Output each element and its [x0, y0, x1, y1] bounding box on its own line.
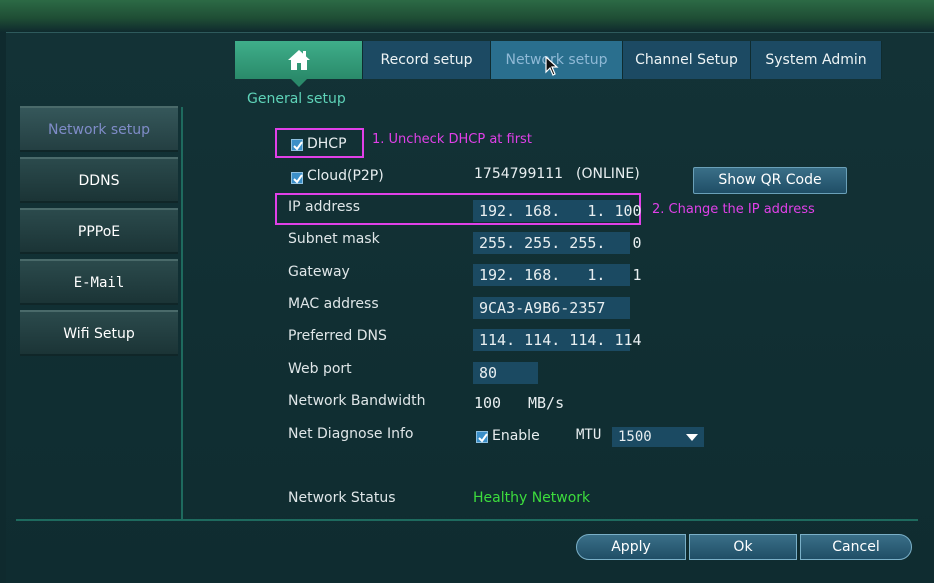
- network-status-value: Healthy Network: [473, 490, 591, 506]
- cancel-button[interactable]: Cancel: [800, 534, 912, 560]
- mtu-select[interactable]: 1500: [612, 427, 704, 447]
- preferred-dns-field[interactable]: 114. 114. 114. 114: [473, 329, 642, 351]
- network-status-label: Network Status: [288, 490, 396, 506]
- annotation-step2: 2. Change the IP address: [652, 202, 815, 217]
- side-menu: Network setup DDNS PPPoE E-Mail Wifi Set…: [20, 106, 178, 361]
- tab-record-setup[interactable]: Record setup: [363, 41, 491, 79]
- ip-address-field[interactable]: 192. 168. 1. 100: [473, 200, 642, 222]
- mtu-label: MTU: [576, 427, 602, 443]
- home-icon: [288, 50, 310, 70]
- gateway-label: Gateway: [288, 264, 350, 280]
- side-item-network-setup[interactable]: Network setup: [20, 106, 178, 152]
- side-item-pppoe[interactable]: PPPoE: [20, 208, 178, 254]
- ip-address-label: IP address: [288, 199, 361, 215]
- side-divider: [181, 107, 183, 519]
- subnet-mask-label: Subnet mask: [288, 231, 380, 247]
- mtu-value: 1500: [618, 429, 652, 445]
- apply-button[interactable]: Apply: [576, 534, 686, 560]
- net-diagnose-label: Net Diagnose Info: [288, 426, 414, 442]
- mouse-cursor-icon: [545, 56, 559, 76]
- cloud-status: (ONLINE): [576, 166, 640, 182]
- mac-address-field: 9CA3-A9B6-2357: [473, 297, 630, 319]
- bottom-divider: [16, 519, 918, 521]
- tab-home[interactable]: [235, 41, 363, 87]
- network-bandwidth-value: 100: [474, 394, 502, 412]
- network-bandwidth-unit: MB/s: [528, 394, 565, 412]
- enable-label: Enable: [492, 428, 540, 444]
- web-port-label: Web port: [288, 361, 352, 377]
- network-bandwidth-label: Network Bandwidth: [288, 393, 426, 409]
- check-icon: [293, 141, 303, 151]
- show-qr-code-button[interactable]: Show QR Code: [693, 167, 847, 194]
- subnet-mask-field[interactable]: 255. 255. 255. 0: [473, 232, 642, 254]
- side-item-email[interactable]: E-Mail: [20, 259, 178, 305]
- chevron-down-icon: [686, 434, 698, 441]
- cloud-id: 1754799111: [474, 166, 564, 182]
- cloud-label: Cloud(P2P): [307, 168, 384, 184]
- ok-button[interactable]: Ok: [689, 534, 797, 560]
- tab-channel-setup[interactable]: Channel Setup: [623, 41, 751, 79]
- check-icon: [478, 433, 488, 443]
- check-icon: [293, 174, 303, 184]
- web-port-field[interactable]: 80: [473, 362, 538, 384]
- mac-address-label: MAC address: [288, 296, 379, 312]
- enable-checkbox[interactable]: [476, 431, 488, 443]
- section-title: General setup: [247, 91, 346, 107]
- side-item-wifi-setup[interactable]: Wifi Setup: [20, 310, 178, 356]
- tab-system-admin[interactable]: System Admin: [751, 41, 882, 79]
- preferred-dns-label: Preferred DNS: [288, 328, 387, 344]
- dhcp-checkbox[interactable]: [291, 139, 303, 151]
- side-item-ddns[interactable]: DDNS: [20, 157, 178, 203]
- cloud-checkbox[interactable]: [291, 172, 303, 184]
- dhcp-label: DHCP: [307, 136, 347, 152]
- gateway-field[interactable]: 192. 168. 1. 1: [473, 264, 642, 286]
- annotation-step1: 1. Uncheck DHCP at first: [372, 132, 532, 147]
